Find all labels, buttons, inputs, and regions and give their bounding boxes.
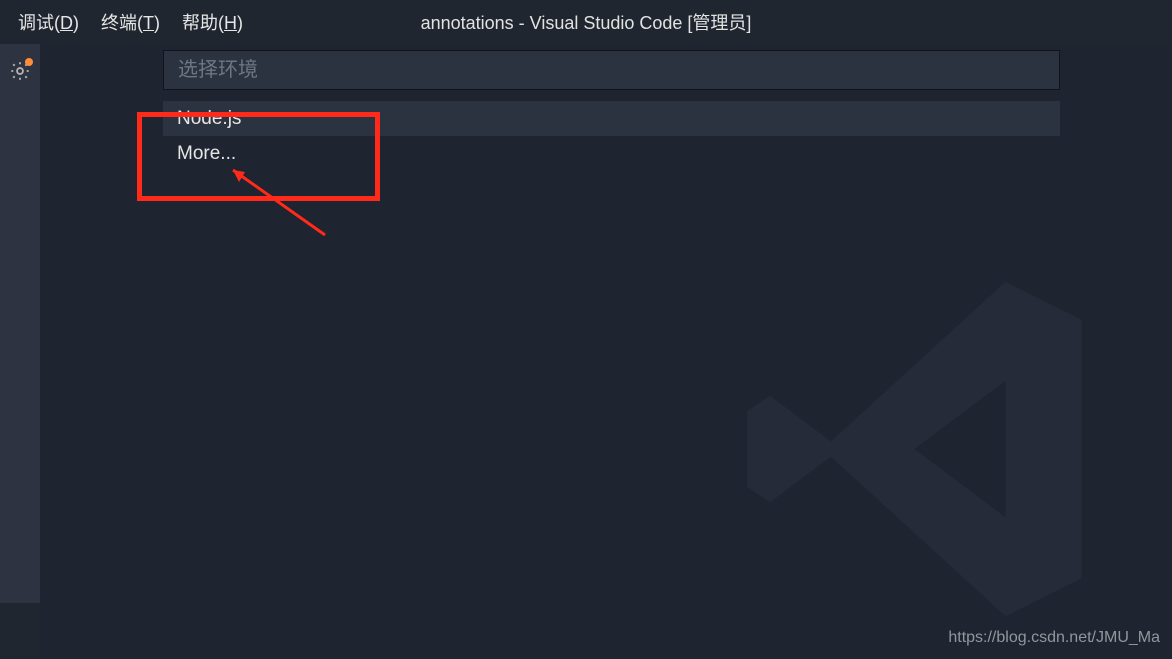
picker-option-more[interactable]: More... <box>163 136 1060 171</box>
settings-gear-icon[interactable] <box>9 60 31 82</box>
picker-option-nodejs[interactable]: Node.js <box>163 101 1060 136</box>
menu-debug[interactable]: 调试(D) <box>18 9 79 35</box>
vscode-watermark-icon <box>732 259 1112 639</box>
menu-bar: 调试(D) 终端(T) 帮助(H) annotations - Visual S… <box>0 0 1172 44</box>
update-badge-icon <box>25 58 33 66</box>
quick-picker: Node.js More... <box>163 50 1060 171</box>
menu-help[interactable]: 帮助(H) <box>182 9 243 35</box>
activity-bar <box>0 44 40 603</box>
environment-picker-input[interactable] <box>163 50 1060 90</box>
menu-terminal[interactable]: 终端(T) <box>101 9 160 35</box>
source-watermark: https://blog.csdn.net/JMU_Ma <box>948 629 1160 647</box>
environment-picker-list: Node.js More... <box>163 101 1060 171</box>
